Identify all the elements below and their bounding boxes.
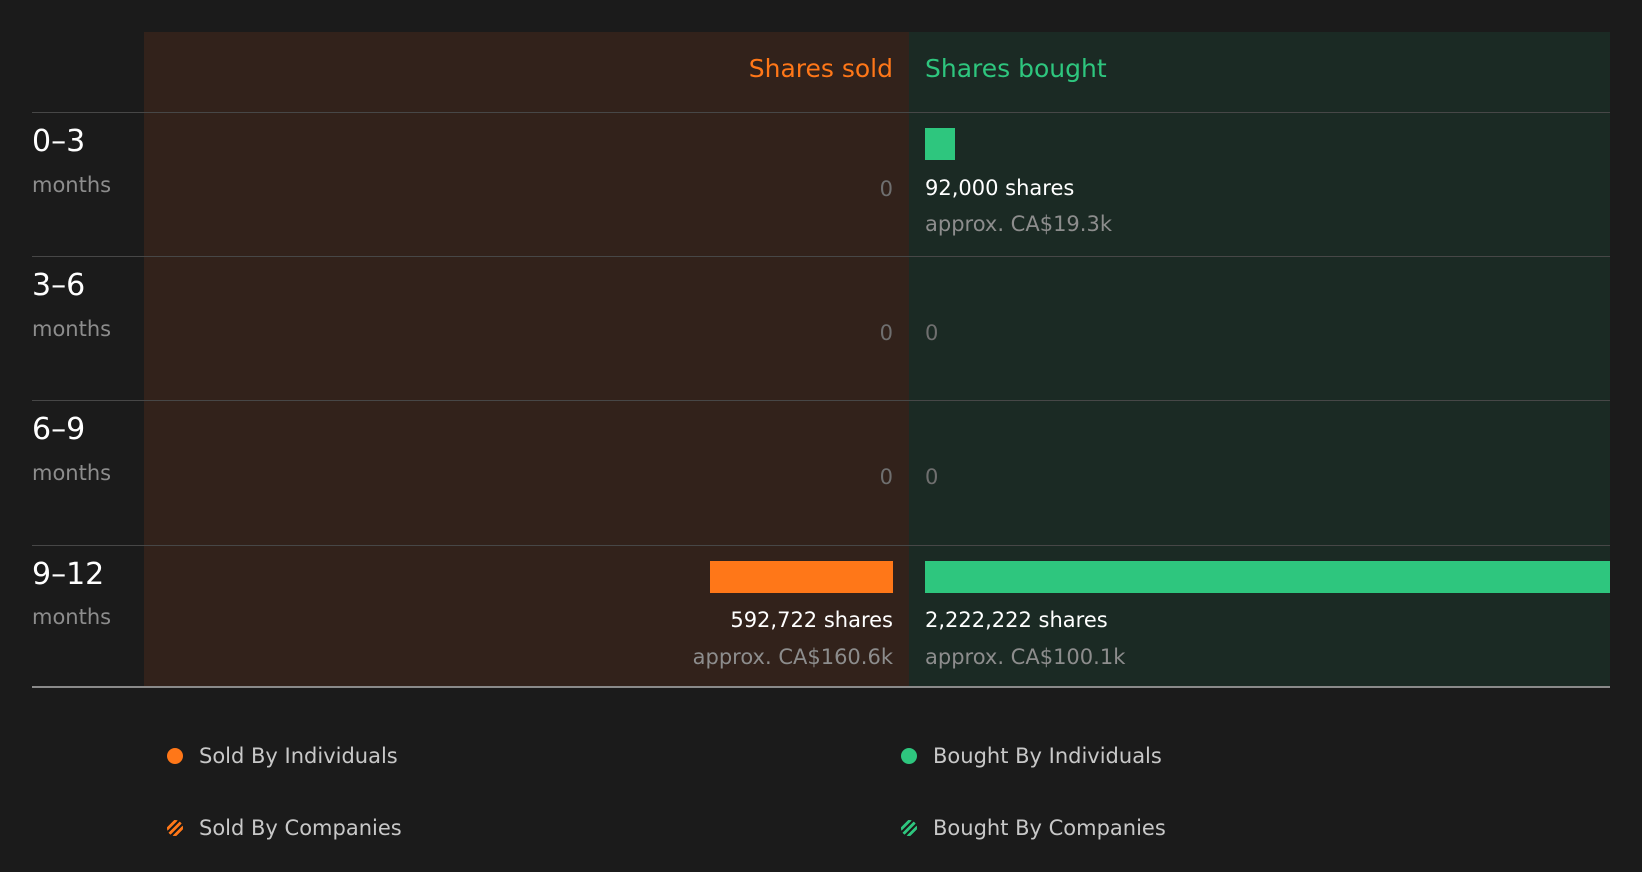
legend-bought-by-companies: Bought By Companies — [901, 816, 1166, 840]
period-unit: months — [32, 461, 112, 485]
bought-zero-value: 0 — [925, 321, 939, 345]
green-dot-icon — [901, 748, 917, 764]
legend-label: Sold By Companies — [199, 816, 402, 840]
bought-approx-value: approx. CA$19.3k — [925, 212, 1112, 236]
orange-striped-dot-icon — [167, 820, 183, 836]
shares-sold-header: Shares sold — [748, 54, 893, 83]
legend-sold-by-individuals: Sold By Individuals — [167, 744, 398, 768]
legend-label: Bought By Companies — [933, 816, 1166, 840]
period-unit: months — [32, 173, 112, 197]
row-divider — [32, 400, 1610, 401]
period-label: 9–12 — [32, 557, 105, 592]
bought-bar — [925, 561, 1610, 593]
period-label: 0–3 — [32, 124, 86, 159]
sold-bar — [710, 561, 893, 593]
period-unit: months — [32, 605, 112, 629]
period-label: 6–9 — [32, 412, 86, 447]
legend-label: Bought By Individuals — [933, 744, 1162, 768]
bought-bar — [925, 128, 955, 160]
legend-sold-by-companies: Sold By Companies — [167, 816, 402, 840]
bought-shares-count: 92,000 shares — [925, 176, 1075, 200]
period-label: 3–6 — [32, 268, 86, 303]
bought-zero-value: 0 — [925, 465, 939, 489]
orange-dot-icon — [167, 748, 183, 764]
row-divider — [32, 112, 1610, 113]
sold-shares-count: 592,722 shares — [730, 608, 893, 632]
sold-zero-value: 0 — [879, 321, 893, 345]
sold-zero-value: 0 — [879, 177, 893, 201]
bought-approx-value: approx. CA$100.1k — [925, 645, 1126, 669]
period-unit: months — [32, 317, 112, 341]
legend-label: Sold By Individuals — [199, 744, 398, 768]
row-divider — [32, 545, 1610, 546]
row-divider — [32, 256, 1610, 257]
chart-baseline — [32, 686, 1610, 688]
sold-zero-value: 0 — [879, 465, 893, 489]
sold-approx-value: approx. CA$160.6k — [692, 645, 893, 669]
green-striped-dot-icon — [901, 820, 917, 836]
shares-bought-header: Shares bought — [925, 54, 1107, 83]
legend-bought-by-individuals: Bought By Individuals — [901, 744, 1162, 768]
bought-shares-count: 2,222,222 shares — [925, 608, 1108, 632]
